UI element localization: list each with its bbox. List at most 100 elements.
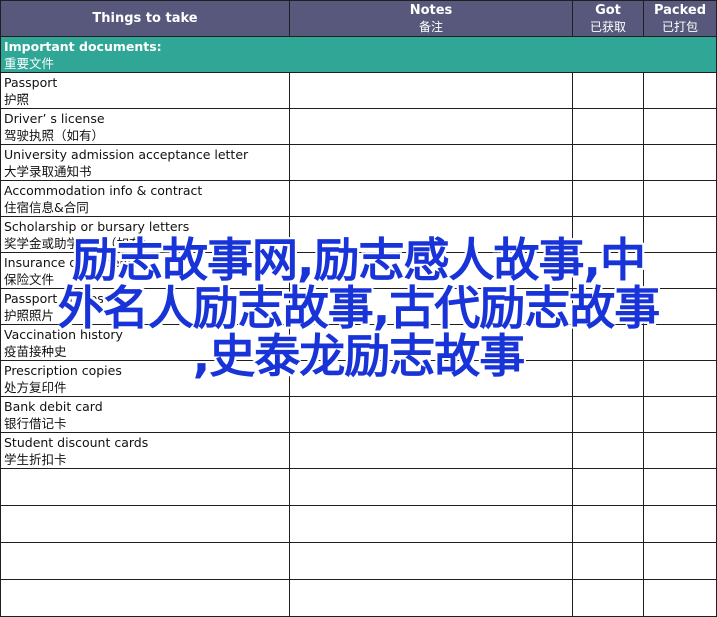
got-checkbox-cell[interactable] bbox=[572, 180, 644, 217]
empty-cell[interactable] bbox=[289, 542, 573, 580]
item-name-zh: 奖学金或助学金信（如有） bbox=[4, 235, 155, 251]
empty-row bbox=[0, 542, 717, 580]
item-name-cell: Scholarship or bursary letters 奖学金或助学金信（如… bbox=[0, 216, 290, 253]
empty-row bbox=[0, 579, 717, 617]
packing-checklist-table: Things to take Notes 备注 Got 已获取 Packed 已… bbox=[0, 0, 717, 617]
empty-cell[interactable] bbox=[0, 505, 290, 543]
header-things-to-take: Things to take bbox=[0, 0, 290, 37]
section-title: Important documents: 重要文件 bbox=[0, 36, 717, 73]
empty-row bbox=[0, 468, 717, 506]
table-row: Accommodation info & contract 住宿信息&合同 bbox=[0, 180, 717, 217]
got-checkbox-cell[interactable] bbox=[572, 324, 644, 361]
table-row: Prescription copies 处方复印件 bbox=[0, 360, 717, 397]
item-rows: Passport 护照 Driver’ s license 驾驶执照（如有） Unive… bbox=[0, 72, 717, 469]
item-name-en: Insurance documents bbox=[4, 254, 139, 270]
item-name-zh: 疫苗接种史 bbox=[4, 343, 67, 359]
got-checkbox-cell[interactable] bbox=[572, 288, 644, 325]
got-checkbox-cell[interactable] bbox=[572, 360, 644, 397]
empty-cell[interactable] bbox=[643, 468, 717, 506]
section-title-en: Important documents: bbox=[4, 38, 162, 54]
packed-checkbox-cell[interactable] bbox=[643, 360, 717, 397]
notes-cell[interactable] bbox=[289, 324, 573, 361]
header-notes-en: Notes bbox=[409, 2, 453, 18]
packed-checkbox-cell[interactable] bbox=[643, 72, 717, 109]
table-row: Passport 护照 bbox=[0, 72, 717, 109]
item-name-en: Prescription copies bbox=[4, 362, 122, 378]
empty-cell[interactable] bbox=[572, 579, 644, 617]
item-name-cell: Insurance documents 保险文件 bbox=[0, 252, 290, 289]
notes-cell[interactable] bbox=[289, 432, 573, 469]
packed-checkbox-cell[interactable] bbox=[643, 432, 717, 469]
item-name-zh: 护照 bbox=[4, 91, 30, 107]
item-name-en: Student discount cards bbox=[4, 434, 149, 450]
empty-cell[interactable] bbox=[572, 505, 644, 543]
notes-cell[interactable] bbox=[289, 396, 573, 433]
empty-cell[interactable] bbox=[572, 542, 644, 580]
empty-cell[interactable] bbox=[643, 505, 717, 543]
table-row: Driver’ s license 驾驶执照（如有） bbox=[0, 108, 717, 145]
packed-checkbox-cell[interactable] bbox=[643, 144, 717, 181]
empty-cell[interactable] bbox=[572, 468, 644, 506]
header-got-en: Got bbox=[595, 2, 621, 18]
got-checkbox-cell[interactable] bbox=[572, 72, 644, 109]
empty-cell[interactable] bbox=[0, 468, 290, 506]
item-name-cell: Passport photos 护照照片 bbox=[0, 288, 290, 325]
item-name-en: Accommodation info & contract bbox=[4, 182, 203, 198]
item-name-cell: Student discount cards 学生折扣卡 bbox=[0, 432, 290, 469]
empty-cell[interactable] bbox=[289, 579, 573, 617]
packed-checkbox-cell[interactable] bbox=[643, 288, 717, 325]
table-row: Scholarship or bursary letters 奖学金或助学金信（如… bbox=[0, 216, 717, 253]
item-name-zh: 处方复印件 bbox=[4, 379, 67, 395]
packed-checkbox-cell[interactable] bbox=[643, 216, 717, 253]
table-row: Vaccination history 疫苗接种史 bbox=[0, 324, 717, 361]
section-row-important-documents: Important documents: 重要文件 bbox=[0, 36, 717, 73]
empty-cell[interactable] bbox=[0, 542, 290, 580]
empty-cell[interactable] bbox=[0, 579, 290, 617]
notes-cell[interactable] bbox=[289, 180, 573, 217]
empty-cell[interactable] bbox=[643, 579, 717, 617]
item-name-cell: Accommodation info & contract 住宿信息&合同 bbox=[0, 180, 290, 217]
header-packed-zh: 已打包 bbox=[661, 19, 698, 34]
got-checkbox-cell[interactable] bbox=[572, 432, 644, 469]
notes-cell[interactable] bbox=[289, 288, 573, 325]
packed-checkbox-cell[interactable] bbox=[643, 108, 717, 145]
packed-checkbox-cell[interactable] bbox=[643, 180, 717, 217]
empty-cell[interactable] bbox=[289, 505, 573, 543]
table-row: Insurance documents 保险文件 bbox=[0, 252, 717, 289]
section-title-zh: 重要文件 bbox=[4, 55, 55, 71]
item-name-en: Passport bbox=[4, 74, 58, 90]
item-name-cell: University admission acceptance letter 大学… bbox=[0, 144, 290, 181]
item-name-en: University admission acceptance letter bbox=[4, 146, 249, 162]
got-checkbox-cell[interactable] bbox=[572, 252, 644, 289]
item-name-zh: 银行借记卡 bbox=[4, 415, 67, 431]
notes-cell[interactable] bbox=[289, 108, 573, 145]
notes-cell[interactable] bbox=[289, 216, 573, 253]
table-row: Student discount cards 学生折扣卡 bbox=[0, 432, 717, 469]
item-name-zh: 护照照片 bbox=[4, 307, 55, 323]
packed-checkbox-cell[interactable] bbox=[643, 396, 717, 433]
header-got: Got 已获取 bbox=[572, 0, 644, 37]
empty-cell[interactable] bbox=[289, 468, 573, 506]
header-got-zh: 已获取 bbox=[589, 19, 626, 34]
got-checkbox-cell[interactable] bbox=[572, 216, 644, 253]
table-row: Passport photos 护照照片 bbox=[0, 288, 717, 325]
got-checkbox-cell[interactable] bbox=[572, 396, 644, 433]
notes-cell[interactable] bbox=[289, 252, 573, 289]
empty-row bbox=[0, 505, 717, 543]
packed-checkbox-cell[interactable] bbox=[643, 324, 717, 361]
table-header-row: Things to take Notes 备注 Got 已获取 Packed 已… bbox=[0, 0, 717, 37]
item-name-zh: 保险文件 bbox=[4, 271, 55, 287]
got-checkbox-cell[interactable] bbox=[572, 144, 644, 181]
notes-cell[interactable] bbox=[289, 144, 573, 181]
notes-cell[interactable] bbox=[289, 72, 573, 109]
packed-checkbox-cell[interactable] bbox=[643, 252, 717, 289]
empty-cell[interactable] bbox=[643, 542, 717, 580]
item-name-en: Bank debit card bbox=[4, 398, 103, 414]
table-row: University admission acceptance letter 大学… bbox=[0, 144, 717, 181]
header-packed: Packed 已打包 bbox=[643, 0, 717, 37]
item-name-zh: 驾驶执照（如有） bbox=[4, 127, 105, 143]
item-name-en: Vaccination history bbox=[4, 326, 123, 342]
got-checkbox-cell[interactable] bbox=[572, 108, 644, 145]
notes-cell[interactable] bbox=[289, 360, 573, 397]
header-notes-zh: 备注 bbox=[418, 19, 443, 34]
